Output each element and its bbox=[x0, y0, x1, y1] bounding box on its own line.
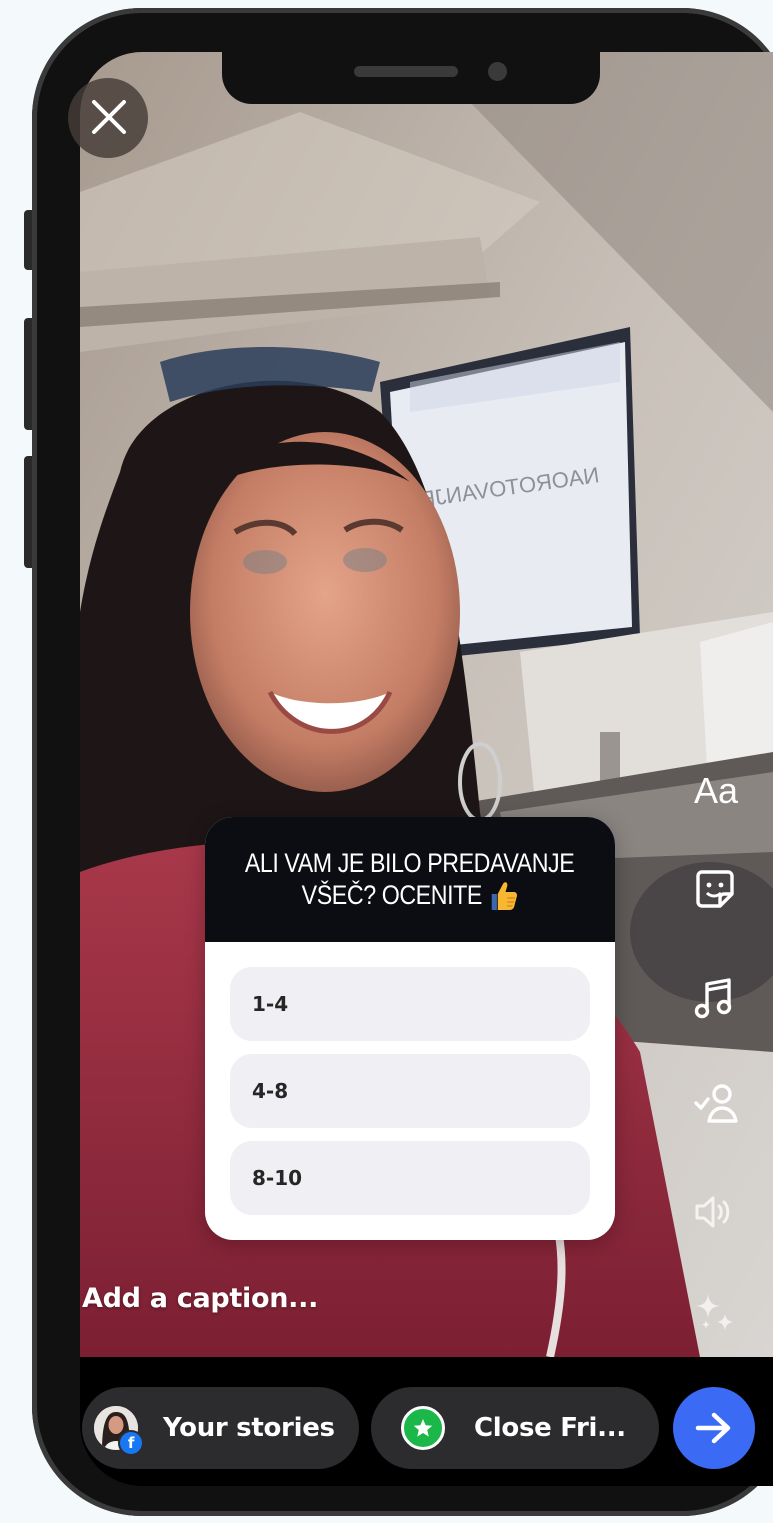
sparkles-icon[interactable] bbox=[692, 1290, 736, 1334]
arrow-right-icon bbox=[695, 1412, 731, 1444]
poll-question-line2-row: VŠEČ? OCENITE bbox=[301, 879, 518, 913]
close-friends-label: Close Fri... bbox=[474, 1413, 626, 1443]
close-friends-button[interactable]: Close Fri... bbox=[371, 1387, 659, 1469]
avatar: f bbox=[94, 1406, 144, 1456]
poll-question-line1: ALI VAM JE BILO PREDAVANJE bbox=[245, 847, 575, 878]
star-icon bbox=[401, 1406, 445, 1450]
phone-notch bbox=[222, 52, 600, 104]
send-button[interactable] bbox=[673, 1387, 755, 1469]
sticker-icon[interactable] bbox=[694, 868, 736, 910]
facebook-icon: f bbox=[118, 1430, 144, 1456]
music-note-icon[interactable] bbox=[694, 976, 734, 1020]
poll-option-2[interactable]: 4-8 bbox=[230, 1054, 590, 1128]
thumbs-up-icon bbox=[491, 882, 517, 911]
close-button[interactable] bbox=[68, 78, 148, 158]
tag-person-icon[interactable] bbox=[693, 1081, 739, 1125]
your-stories-button[interactable]: f Your stories bbox=[82, 1387, 359, 1469]
phone-camera bbox=[488, 62, 507, 81]
phone-speaker bbox=[354, 66, 458, 77]
poll-question: ALI VAM JE BILO PREDAVANJE VŠEČ? OCENITE bbox=[205, 817, 615, 942]
your-stories-label: Your stories bbox=[163, 1413, 335, 1443]
story-screen: NAOROTOVANJE bbox=[80, 52, 773, 1486]
caption-input[interactable]: Add a caption... bbox=[82, 1283, 318, 1314]
poll-option-3[interactable]: 8-10 bbox=[230, 1141, 590, 1215]
poll-sticker[interactable]: ALI VAM JE BILO PREDAVANJE VŠEČ? OCENITE… bbox=[205, 817, 615, 1240]
speaker-icon[interactable] bbox=[693, 1192, 735, 1232]
text-tool-button[interactable]: Aa bbox=[694, 770, 738, 812]
close-icon bbox=[92, 100, 126, 134]
poll-question-line2: VŠEČ? OCENITE bbox=[301, 879, 482, 910]
poll-option-1[interactable]: 1-4 bbox=[230, 967, 590, 1041]
